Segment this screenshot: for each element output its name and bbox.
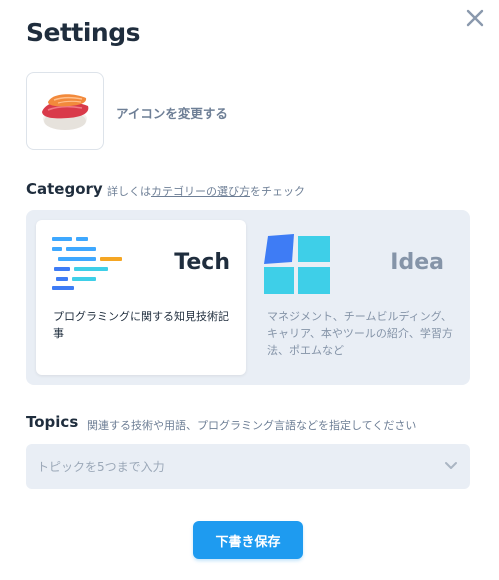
save-draft-button[interactable]: 下書き保存 [193,521,303,559]
idea-icon [264,234,330,294]
sushi-emoji-icon [42,94,89,130]
topics-input[interactable] [26,444,437,489]
category-label: Category [26,180,103,198]
category-name-tech: Tech [174,250,230,275]
category-desc-idea: マネジメント、チームビルディング、キャリア、本やツールの紹介、学習方法、ポエムな… [267,310,453,357]
tech-icon [52,237,122,290]
category-name-idea: Idea [390,250,444,275]
category-option-idea[interactable]: Idea マネジメント、チームビルディング、キャリア、本やツールの紹介、学習方法… [250,220,460,375]
change-icon-link[interactable]: アイコンを変更する [116,103,228,122]
chevron-down-icon[interactable] [444,461,458,471]
category-selector: Tech プログラミングに関する知見技術記事 Idea マネジメント、チームビル… [26,210,470,385]
emoji-picker[interactable] [26,72,104,150]
category-guide-link[interactable]: カテゴリーの選び方 [151,185,250,198]
category-option-tech[interactable]: Tech プログラミングに関する知見技術記事 [36,220,246,375]
topics-select[interactable] [26,444,470,489]
topics-label: Topics [26,413,79,431]
category-desc-tech: プログラミングに関する知見技術記事 [53,310,229,340]
category-hint-suffix: をチェック [250,185,305,198]
close-icon[interactable] [465,8,485,28]
category-hint-prefix: 詳しくは [107,185,151,198]
category-hint: 詳しくはカテゴリーの選び方をチェック [107,183,305,199]
topics-hint: 関連する技術や用語、プログラミング言語などを指定してください [87,419,417,432]
dialog-title: Settings [26,18,141,47]
